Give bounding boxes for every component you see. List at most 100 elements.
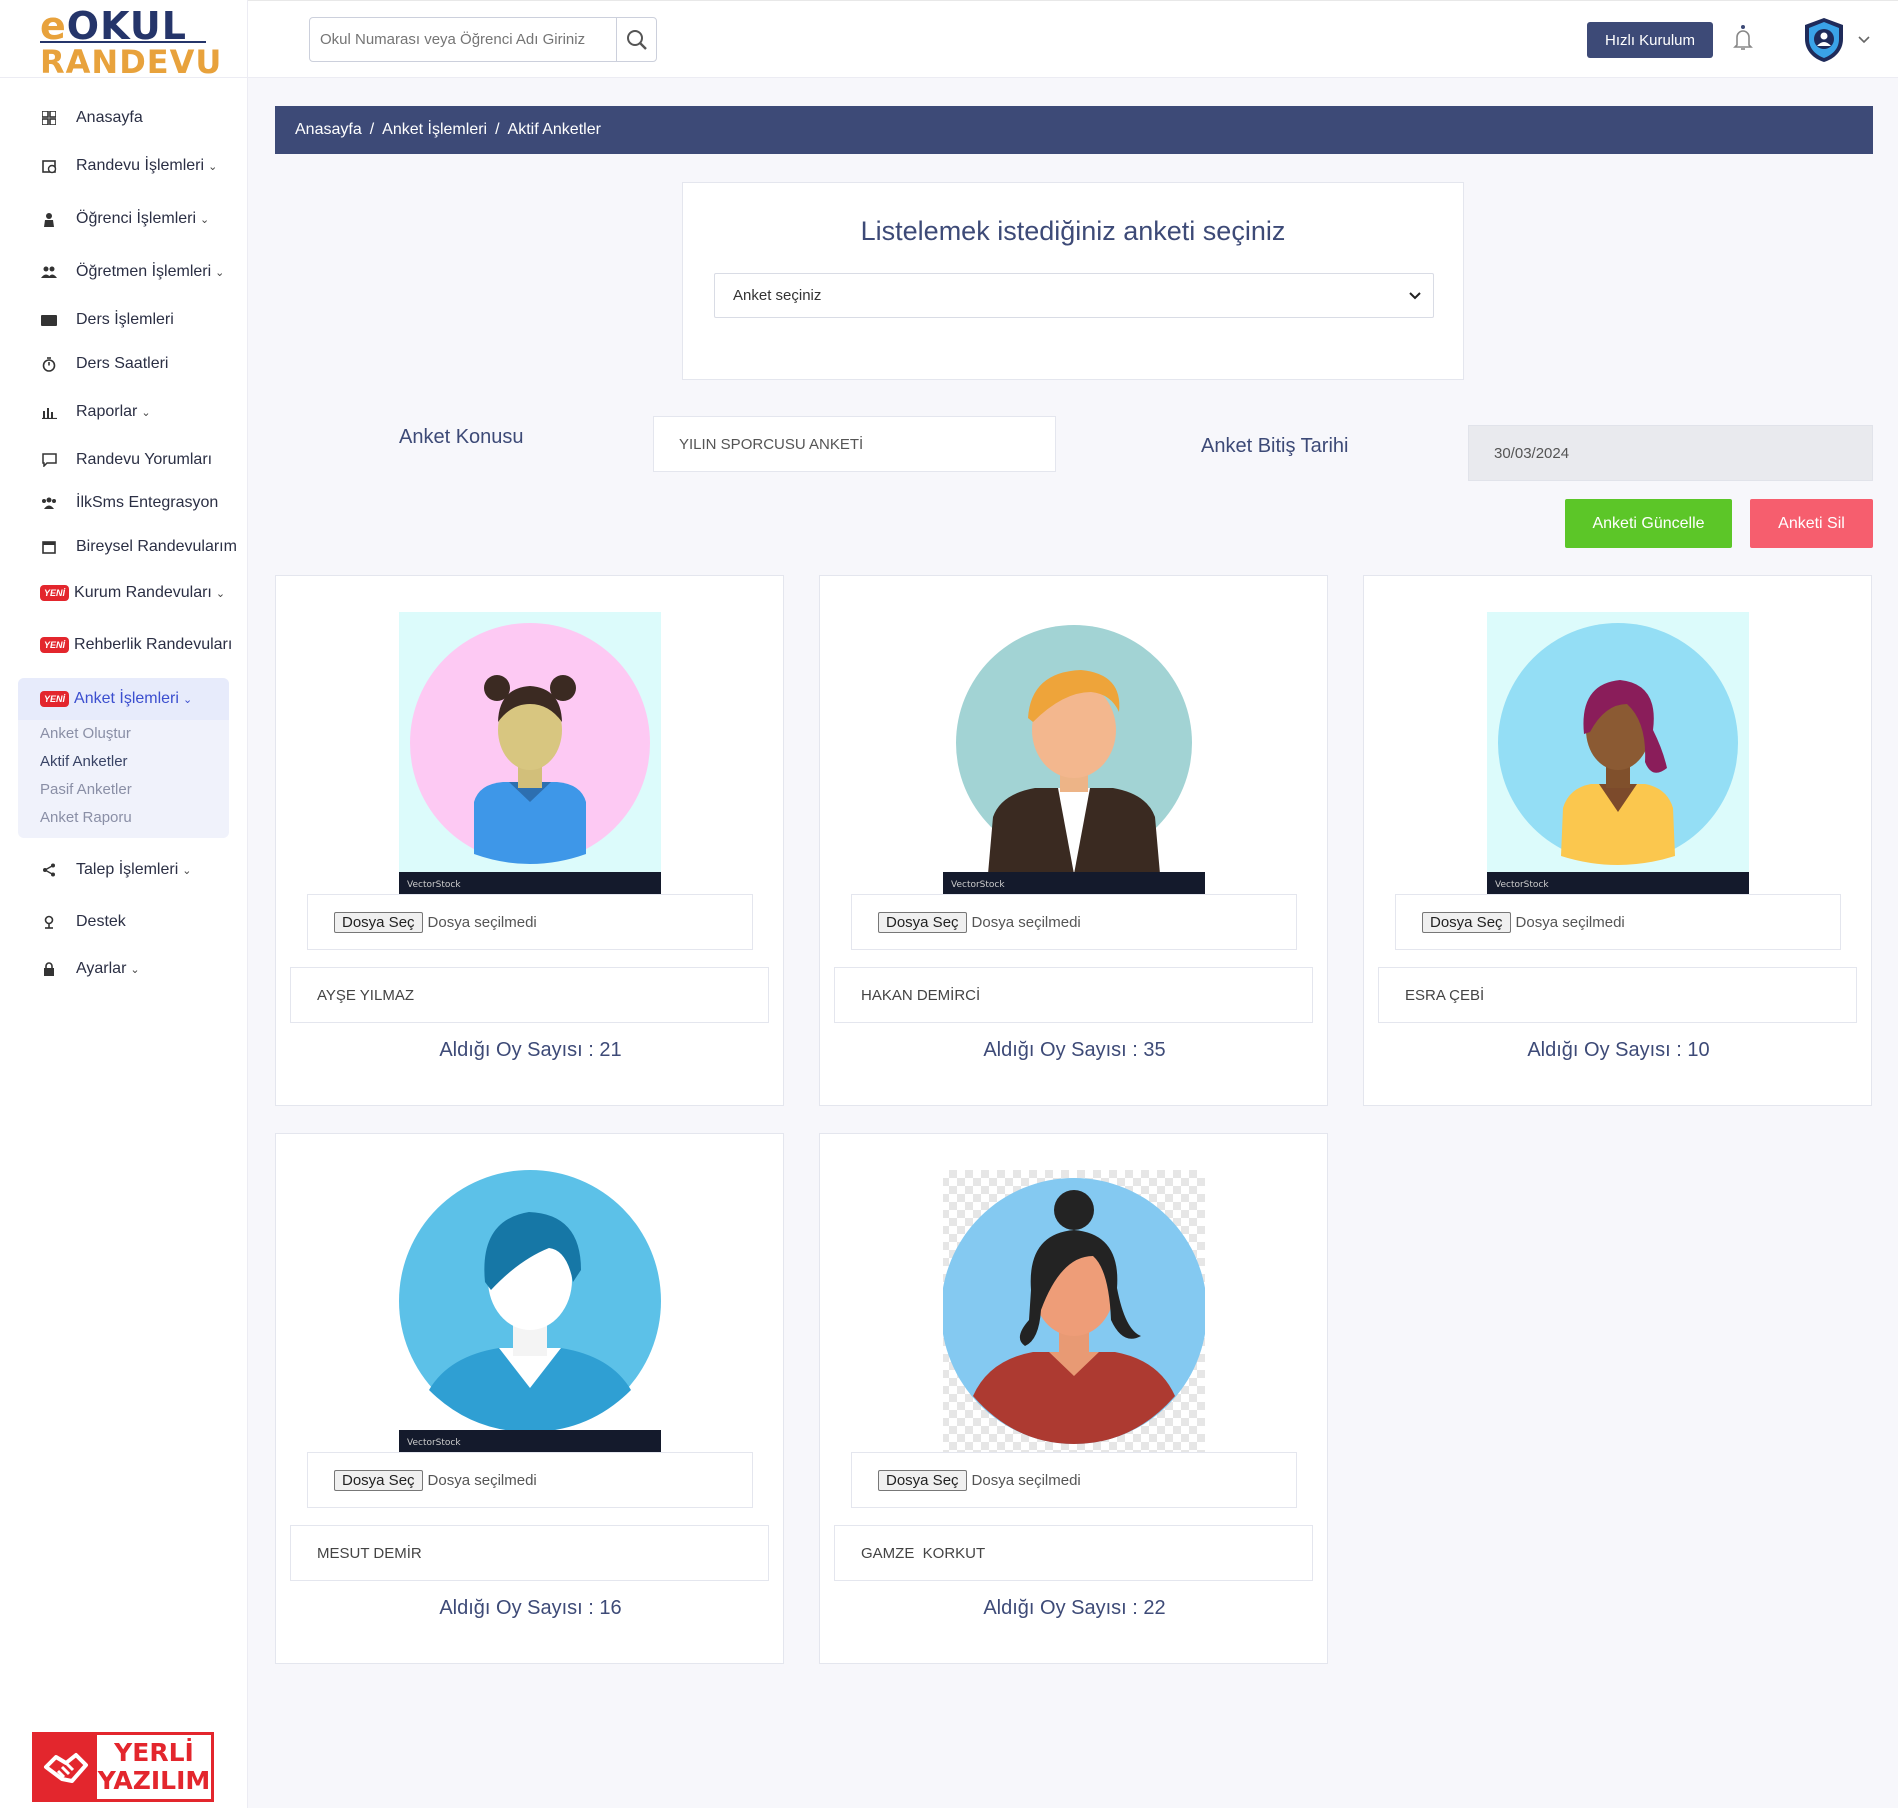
- sidebar-item-label: Anasayfa: [76, 109, 143, 126]
- search-icon: [626, 29, 647, 50]
- survey-end-date-field[interactable]: 30/03/2024: [1468, 425, 1873, 481]
- sidebar-item-ogretmen[interactable]: Öğretmen İşlemleri ⌄: [0, 248, 247, 296]
- file-input[interactable]: Dosya Seç Dosya seçilmedi: [851, 894, 1297, 950]
- calendar-icon: [40, 538, 58, 556]
- woman-avatar: VectorStock: [1487, 612, 1749, 894]
- sidebar-item-raporlar[interactable]: Raporlar ⌄: [0, 384, 247, 440]
- sidebar-subitem-aktif-anketler[interactable]: Aktif Anketler: [18, 748, 229, 776]
- sidebar-item-kurum[interactable]: YENİ Kurum Randevuları ⌄: [0, 568, 247, 618]
- search-input[interactable]: [310, 18, 616, 61]
- sidebar-subitem-anket-olustur[interactable]: Anket Oluştur: [18, 720, 229, 748]
- comment-icon: [40, 451, 58, 469]
- survey-topic-field[interactable]: YILIN SPORCUSU ANKETİ: [653, 416, 1056, 472]
- candidate-name-field[interactable]: AYŞE YILMAZ: [290, 967, 769, 1023]
- choose-file-button[interactable]: Dosya Seç: [878, 1469, 967, 1491]
- breadcrumb-current: Aktif Anketler: [507, 121, 601, 138]
- sidebar-item-ders-saatleri[interactable]: Ders Saatleri: [0, 344, 247, 384]
- bell-icon: [1733, 25, 1753, 50]
- sidebar-item-anasayfa[interactable]: Anasayfa: [0, 94, 247, 142]
- sidebar-item-bireysel[interactable]: Bireysel Randevularım: [0, 526, 247, 568]
- sidebar-item-label: Raporlar: [76, 403, 138, 420]
- candidate-name-field[interactable]: ESRA ÇEBİ: [1378, 967, 1857, 1023]
- sidebar-item-yorumlar[interactable]: Randevu Yorumları: [0, 440, 247, 480]
- quick-setup-button[interactable]: Hızlı Kurulum: [1587, 22, 1713, 58]
- chevron-down-icon: [1409, 291, 1421, 299]
- sidebar-item-label: Ders İşlemleri: [76, 311, 174, 328]
- votes-value: 21: [599, 1039, 622, 1061]
- logo-randevu: RANDEVU: [40, 43, 223, 81]
- topbar: Hızlı Kurulum: [248, 0, 1898, 78]
- handshake-icon: [35, 1732, 97, 1802]
- man-blue-avatar: VectorStock: [399, 1170, 661, 1452]
- shield-user-icon: [1805, 18, 1843, 62]
- sidebar-nav: Anasayfa Randevu İşlemleri ⌄ Öğrenci İşle…: [0, 78, 247, 994]
- chevron-down-icon: ⌄: [141, 406, 151, 419]
- update-survey-button[interactable]: Anketi Güncelle: [1565, 499, 1732, 548]
- file-input[interactable]: Dosya Seç Dosya seçilmedi: [851, 1452, 1297, 1508]
- choose-file-button[interactable]: Dosya Seç: [334, 911, 423, 933]
- sidebar-item-label: Randevu Yorumları: [76, 451, 213, 468]
- search-button[interactable]: [616, 18, 656, 61]
- chevron-down-icon: ⌄: [208, 160, 218, 173]
- breadcrumb-separator: /: [495, 121, 500, 138]
- sidebar-item-ders[interactable]: Ders İşlemleri: [0, 296, 247, 344]
- sidebar-item-talep[interactable]: Talep İşlemleri ⌄: [0, 840, 247, 900]
- user-avatar[interactable]: [1803, 17, 1845, 68]
- app-logo[interactable]: eOKUL RANDEVU: [0, 0, 247, 78]
- votes-value: 35: [1143, 1039, 1166, 1061]
- survey-select[interactable]: Anket seçiniz: [714, 273, 1434, 318]
- sidebar-subitem-pasif-anketler[interactable]: Pasif Anketler: [18, 776, 229, 804]
- breadcrumb-anket-islemleri[interactable]: Anket İşlemleri: [382, 121, 487, 139]
- candidate-name-field[interactable]: MESUT DEMİR: [290, 1525, 769, 1581]
- candidate-card: VectorStock Dosya Seç Dosya seçilmedi ES…: [1363, 575, 1872, 1106]
- sidebar-item-rehberlik[interactable]: YENİ Rehberlik Randevuları: [0, 618, 247, 672]
- breadcrumb-home[interactable]: Anasayfa: [295, 121, 362, 139]
- candidate-name-field[interactable]: HAKAN DEMİRCİ: [834, 967, 1313, 1023]
- bar-chart-icon: [40, 403, 58, 421]
- survey-topic-label: Anket Konusu: [399, 426, 524, 448]
- survey-select-title: Listelemek istediğiniz anketi seçiniz: [860, 216, 1286, 246]
- delete-survey-button[interactable]: Anketi Sil: [1750, 499, 1873, 548]
- chevron-down-icon: ⌄: [215, 266, 225, 279]
- file-input[interactable]: Dosya Seç Dosya seçilmedi: [307, 894, 753, 950]
- votes-label: Aldığı Oy Sayısı :: [439, 1039, 594, 1061]
- choose-file-button[interactable]: Dosya Seç: [878, 911, 967, 933]
- candidate-votes: Aldığı Oy Sayısı : 10: [1364, 1039, 1873, 1062]
- sidebar-subitem-anket-raporu[interactable]: Anket Raporu: [18, 804, 229, 832]
- sidebar-item-randevu[interactable]: Randevu İşlemleri ⌄: [0, 142, 247, 190]
- chevron-down-icon: ⌄: [182, 693, 193, 706]
- chevron-down-icon[interactable]: [1858, 31, 1870, 49]
- candidate-name-field[interactable]: GAMZE KORKUT: [834, 1525, 1313, 1581]
- man-avatar: VectorStock: [943, 612, 1205, 894]
- svg-text:VectorStock: VectorStock: [951, 880, 1005, 890]
- sidebar-item-label: Rehberlik Randevuları: [74, 636, 233, 653]
- new-badge: YENİ: [40, 585, 70, 601]
- sidebar-item-label: Öğretmen İşlemleri: [76, 263, 212, 280]
- candidate-votes: Aldığı Oy Sayısı : 21: [276, 1039, 785, 1062]
- chevron-down-icon: ⌄: [215, 587, 226, 600]
- yerli-text: YERLİ: [114, 1738, 194, 1767]
- sidebar-item-label: Ayarlar: [76, 960, 127, 977]
- choose-file-button[interactable]: Dosya Seç: [334, 1469, 423, 1491]
- sidebar-group-anket: YENİ Anket İşlemleri ⌄ Anket Oluştur Akti…: [18, 678, 229, 838]
- candidate-votes: Aldığı Oy Sayısı : 16: [276, 1597, 785, 1620]
- file-input[interactable]: Dosya Seç Dosya seçilmedi: [307, 1452, 753, 1508]
- sidebar: eOKUL RANDEVU Anasayfa Randevu İşlemleri…: [0, 0, 248, 1808]
- sidebar-item-ilksms[interactable]: İlkSms Entegrasyon: [0, 480, 247, 526]
- choose-file-button[interactable]: Dosya Seç: [1422, 911, 1511, 933]
- sidebar-item-ogrenci[interactable]: Öğrenci İşlemleri ⌄: [0, 190, 247, 248]
- calendar-clock-icon: [40, 157, 58, 175]
- votes-value: 16: [599, 1597, 622, 1619]
- file-input[interactable]: Dosya Seç Dosya seçilmedi: [1395, 894, 1841, 950]
- sidebar-item-label: İlkSms Entegrasyon: [76, 494, 219, 511]
- sidebar-item-label: Öğrenci İşlemleri: [76, 210, 197, 227]
- sidebar-item-ayarlar[interactable]: Ayarlar ⌄: [0, 944, 247, 994]
- votes-label: Aldığı Oy Sayısı :: [439, 1597, 594, 1619]
- svg-text:VectorStock: VectorStock: [407, 1438, 461, 1448]
- candidate-card: VectorStock Dosya Seç Dosya seçilmedi HA…: [819, 575, 1328, 1106]
- notification-button[interactable]: [1733, 25, 1753, 56]
- sidebar-item-destek[interactable]: Destek: [0, 900, 247, 944]
- sidebar-item-anket[interactable]: YENİ Anket İşlemleri ⌄: [18, 678, 229, 720]
- sidebar-item-label: Bireysel Randevularım: [76, 538, 237, 555]
- yerli-yazilim-logo: YERLİ YAZILIM: [32, 1732, 214, 1802]
